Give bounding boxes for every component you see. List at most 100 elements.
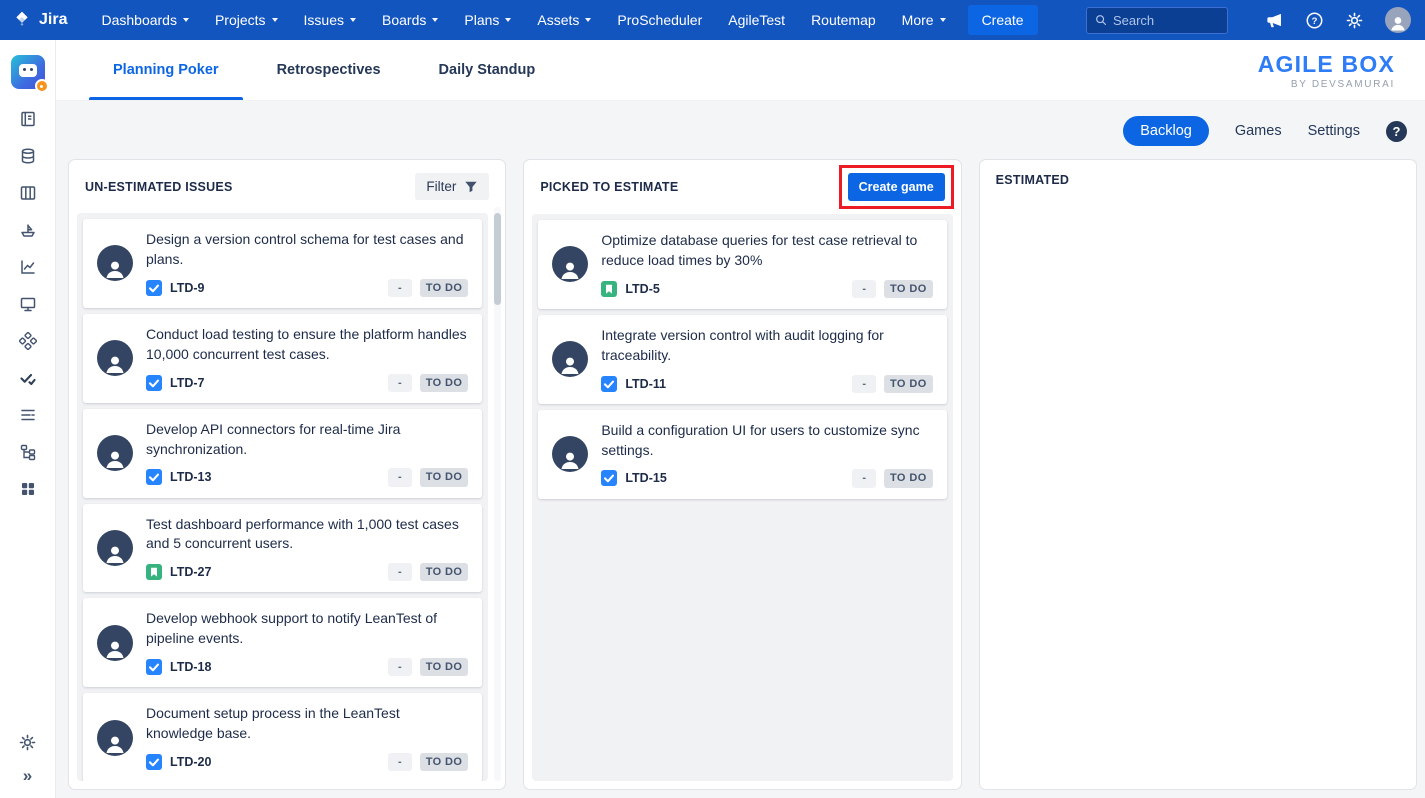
app-tabs: Planning Poker Retrospectives Daily Stan… bbox=[113, 40, 535, 100]
nav-menu-item[interactable]: Projects bbox=[215, 12, 278, 28]
issue-type-icon bbox=[601, 376, 617, 392]
nav-menu-item-label: Dashboards bbox=[101, 12, 177, 28]
book-icon[interactable] bbox=[18, 109, 38, 129]
nav-menu-item[interactable]: Plans bbox=[464, 12, 511, 28]
app-tile-glyph bbox=[19, 64, 37, 77]
filter-button[interactable]: Filter bbox=[415, 173, 489, 200]
status-badge: TO DO bbox=[420, 468, 469, 486]
help-icon[interactable]: ? bbox=[1386, 121, 1407, 142]
issue-key: LTD-15 bbox=[625, 471, 666, 485]
issue-title: Document setup process in the LeanTest k… bbox=[146, 704, 468, 744]
left-sidebar: » bbox=[0, 40, 56, 798]
help-icon[interactable]: ? bbox=[1305, 11, 1324, 30]
chevron-down-icon bbox=[505, 18, 511, 22]
nav-menu-item[interactable]: ProScheduler bbox=[617, 12, 702, 28]
chart-icon[interactable] bbox=[18, 257, 38, 277]
assignee-avatar bbox=[97, 720, 133, 756]
chevron-down-icon bbox=[432, 18, 438, 22]
nav-menu-item[interactable]: Dashboards bbox=[101, 12, 189, 28]
issue-body: Design a version control schema for test… bbox=[146, 230, 468, 297]
grid-icon[interactable] bbox=[18, 479, 38, 499]
nav-menu-item[interactable]: Assets bbox=[537, 12, 591, 28]
jira-logo-icon bbox=[12, 10, 32, 30]
filter-funnel-icon bbox=[464, 180, 478, 194]
app-badge-icon bbox=[35, 79, 49, 93]
app-tab[interactable]: Planning Poker bbox=[113, 40, 219, 100]
issue-key: LTD-7 bbox=[170, 376, 205, 390]
estimate-badge: - bbox=[388, 658, 412, 676]
user-avatar[interactable] bbox=[1385, 7, 1411, 33]
board-columns: UN-ESTIMATED ISSUES Filter Design a v bbox=[56, 159, 1425, 798]
settings-gear-icon[interactable] bbox=[18, 732, 38, 752]
picked-panel: PICKED TO ESTIMATE Create game Optimi bbox=[523, 159, 961, 790]
issue-card[interactable]: Develop API connectors for real-time Jir… bbox=[83, 409, 482, 498]
checks-icon[interactable] bbox=[18, 368, 38, 388]
issue-meta: LTD-13 - TO DO bbox=[146, 468, 468, 486]
settings-gear-icon[interactable] bbox=[1345, 11, 1364, 30]
issue-meta: LTD-18 - TO DO bbox=[146, 658, 468, 676]
issue-card[interactable]: Optimize database queries for test case … bbox=[538, 220, 946, 309]
chevron-down-icon bbox=[183, 18, 189, 22]
assignee-avatar bbox=[552, 436, 588, 472]
agile-box-app-icon[interactable] bbox=[11, 55, 45, 89]
issue-meta: LTD-5 - TO DO bbox=[601, 280, 932, 298]
nav-left: Jira Dashboards Projects Issues Boards P… bbox=[12, 5, 1038, 35]
app-tab[interactable]: Daily Standup bbox=[439, 40, 536, 100]
nav-menu-item[interactable]: Issues bbox=[304, 12, 356, 28]
status-badge: TO DO bbox=[884, 280, 933, 298]
expand-icon[interactable]: » bbox=[23, 767, 32, 784]
ship-icon[interactable] bbox=[18, 220, 38, 240]
picked-issue-list: Optimize database queries for test case … bbox=[532, 214, 952, 781]
issue-title: Design a version control schema for test… bbox=[146, 230, 468, 270]
app-tab-label: Planning Poker bbox=[113, 62, 219, 78]
nav-menu-item-label: More bbox=[902, 12, 934, 28]
assignee-avatar bbox=[552, 246, 588, 282]
board-columns-icon[interactable] bbox=[18, 183, 38, 203]
estimate-badge: - bbox=[388, 753, 412, 771]
issue-card[interactable]: Integrate version control with audit log… bbox=[538, 315, 946, 404]
issue-card[interactable]: Develop webhook support to notify LeanTe… bbox=[83, 598, 482, 687]
nav-menu-item[interactable]: More bbox=[902, 12, 946, 28]
issue-card[interactable]: Design a version control schema for test… bbox=[83, 219, 482, 308]
view-nav-link[interactable]: Backlog bbox=[1123, 116, 1209, 146]
view-nav-link[interactable]: Settings bbox=[1308, 123, 1360, 139]
announcement-icon[interactable] bbox=[1265, 11, 1284, 30]
agile-box-logo: AGILE BOX BY DEVSAMURAI bbox=[1258, 40, 1395, 100]
issue-title: Test dashboard performance with 1,000 te… bbox=[146, 515, 468, 555]
scrollbar[interactable] bbox=[494, 207, 501, 781]
nav-menu-item[interactable]: AgileTest bbox=[728, 12, 785, 28]
nav-menu-item[interactable]: Routemap bbox=[811, 12, 876, 28]
backlog-lines-icon[interactable] bbox=[18, 405, 38, 425]
search-box[interactable] bbox=[1086, 7, 1228, 34]
nav-menu-item-label: Projects bbox=[215, 12, 266, 28]
monitor-icon[interactable] bbox=[18, 294, 38, 314]
issue-key: LTD-20 bbox=[170, 755, 211, 769]
issue-body: Conduct load testing to ensure the platf… bbox=[146, 325, 468, 392]
issue-body: Integrate version control with audit log… bbox=[601, 326, 932, 393]
nav-menu-item[interactable]: Boards bbox=[382, 12, 438, 28]
issue-key: LTD-11 bbox=[625, 377, 666, 391]
issue-meta: LTD-11 - TO DO bbox=[601, 375, 932, 393]
nav-menu-item-label: ProScheduler bbox=[617, 12, 702, 28]
agile-box-title: AGILE BOX bbox=[1258, 51, 1395, 78]
issue-title: Build a configuration UI for users to cu… bbox=[601, 421, 932, 461]
shapes-icon[interactable] bbox=[18, 331, 38, 351]
database-icon[interactable] bbox=[18, 146, 38, 166]
issue-card[interactable]: Document setup process in the LeanTest k… bbox=[83, 693, 482, 781]
issue-card[interactable]: Conduct load testing to ensure the platf… bbox=[83, 314, 482, 403]
issue-card[interactable]: Test dashboard performance with 1,000 te… bbox=[83, 504, 482, 593]
issue-type-icon bbox=[146, 375, 162, 391]
svg-text:?: ? bbox=[1312, 15, 1318, 26]
search-input[interactable] bbox=[1113, 13, 1219, 28]
issue-card[interactable]: Build a configuration UI for users to cu… bbox=[538, 410, 946, 499]
app-tab[interactable]: Retrospectives bbox=[277, 40, 381, 100]
hierarchy-icon[interactable] bbox=[18, 442, 38, 462]
unestimated-panel: UN-ESTIMATED ISSUES Filter Design a v bbox=[68, 159, 506, 790]
create-game-button[interactable]: Create game bbox=[848, 173, 945, 201]
scrollbar-thumb[interactable] bbox=[494, 213, 501, 305]
create-button[interactable]: Create bbox=[968, 5, 1038, 35]
estimate-badge: - bbox=[388, 468, 412, 486]
jira-logo[interactable]: Jira bbox=[12, 10, 67, 30]
main-area: Planning Poker Retrospectives Daily Stan… bbox=[56, 40, 1425, 798]
view-nav-link[interactable]: Games bbox=[1235, 123, 1282, 139]
